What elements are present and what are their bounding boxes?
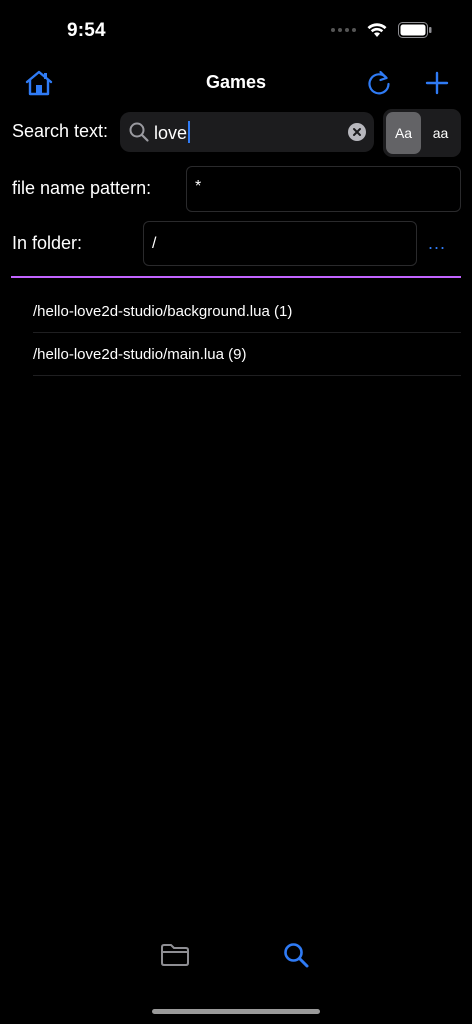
clear-search-button[interactable] (348, 123, 366, 141)
folder-input[interactable]: / (143, 221, 417, 266)
status-time: 9:54 (67, 20, 106, 41)
result-item[interactable]: /hello-love2d-studio/main.lua (9) (33, 333, 461, 376)
search-text-label: Search text: (12, 121, 109, 141)
screen: 9:54 Games Search text: love Aa aa file … (0, 0, 472, 1024)
results-list: /hello-love2d-studio/background.lua (1) … (33, 290, 461, 376)
folder-label: In folder: (12, 233, 83, 253)
add-button[interactable] (420, 66, 454, 100)
magnifier-icon (129, 122, 149, 142)
battery-icon (398, 22, 432, 38)
case-insensitive-option[interactable]: aa (423, 112, 458, 154)
section-divider (11, 276, 461, 278)
case-sensitivity-toggle[interactable]: Aa aa (383, 109, 461, 157)
tab-search[interactable] (279, 938, 313, 972)
tab-files[interactable] (158, 938, 192, 972)
choose-folder-button[interactable]: ... (428, 233, 446, 254)
case-sensitive-option[interactable]: Aa (386, 112, 421, 154)
folder-icon (161, 944, 189, 966)
status-icons (331, 22, 432, 38)
refresh-button[interactable] (362, 66, 396, 100)
refresh-icon (368, 70, 390, 95)
cellular-signal-icon (331, 28, 356, 32)
search-input-value: love (154, 123, 188, 143)
close-icon (353, 128, 361, 136)
wifi-icon (367, 23, 387, 37)
home-indicator (152, 1009, 320, 1014)
nav-title: Games (205, 72, 267, 92)
search-icon (284, 943, 309, 968)
search-input[interactable]: love (120, 112, 374, 152)
plus-icon (425, 71, 449, 95)
file-pattern-label: file name pattern: (12, 178, 152, 198)
result-item[interactable]: /hello-love2d-studio/background.lua (1) (33, 290, 461, 333)
text-caret (188, 121, 191, 143)
file-pattern-input[interactable]: * (186, 166, 461, 212)
